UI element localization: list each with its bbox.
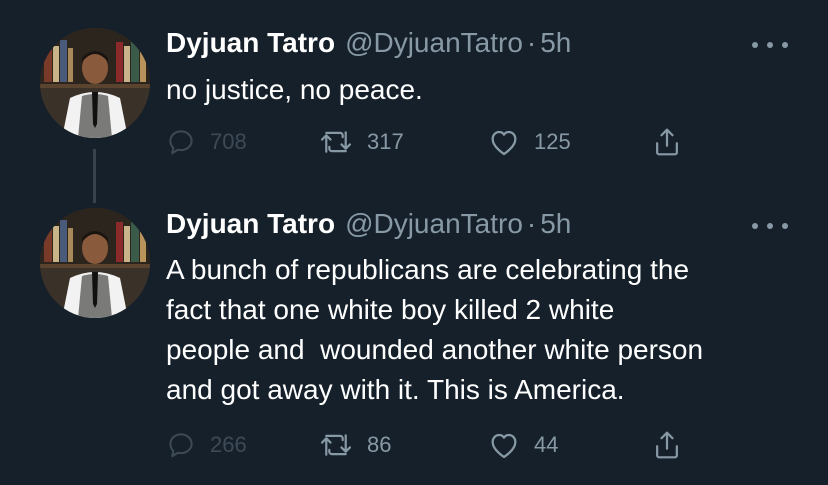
- separator: ·: [526, 27, 537, 58]
- more-icon[interactable]: [752, 35, 788, 55]
- retweet-button[interactable]: 317: [319, 124, 404, 160]
- separator: ·: [526, 208, 537, 239]
- retweet-count: 317: [367, 129, 404, 154]
- reply-button[interactable]: 708: [166, 124, 247, 160]
- share-icon: [656, 431, 678, 459]
- timestamp[interactable]: 5h: [540, 27, 571, 59]
- retweet-button[interactable]: 86: [319, 427, 391, 463]
- retweet-icon: [320, 434, 352, 456]
- avatar[interactable]: [40, 208, 150, 318]
- retweet-count: 86: [367, 432, 392, 457]
- share-icon: [656, 128, 678, 156]
- avatar-photo: [40, 208, 150, 318]
- display-name[interactable]: Dyjuan Tatro: [166, 208, 335, 240]
- more-icon[interactable]: [752, 216, 788, 236]
- reply-count: 266: [210, 432, 247, 457]
- like-icon: [491, 130, 517, 156]
- display-name[interactable]: Dyjuan Tatro: [166, 27, 335, 59]
- tweet-thread: Dyjuan Tatro @DyjuanTatro · 5h no justic…: [0, 0, 828, 485]
- timestamp[interactable]: 5h: [540, 208, 571, 240]
- like-count: 44: [534, 432, 559, 457]
- tweet[interactable]: Dyjuan Tatro @DyjuanTatro · 5h A bunch o…: [0, 196, 828, 485]
- reply-icon: [169, 130, 193, 155]
- tweet-header: Dyjuan Tatro @DyjuanTatro · 5h: [166, 27, 571, 61]
- like-count: 125: [534, 129, 571, 154]
- thread-connector: [93, 149, 96, 203]
- reply-icon: [169, 433, 193, 458]
- like-icon: [491, 433, 517, 459]
- tweet-text: A bunch of republicans are celebrating t…: [166, 254, 704, 405]
- user-handle[interactable]: @DyjuanTatro: [345, 27, 523, 59]
- avatar-photo: [40, 28, 150, 138]
- user-handle[interactable]: @DyjuanTatro: [345, 208, 523, 240]
- retweet-icon: [320, 131, 352, 153]
- like-button[interactable]: 125: [488, 124, 571, 160]
- like-button[interactable]: 44: [488, 427, 558, 463]
- reply-count: 708: [210, 129, 247, 154]
- share-button[interactable]: [652, 427, 682, 463]
- tweet-text: no justice, no peace.: [166, 74, 423, 105]
- tweet-header: Dyjuan Tatro @DyjuanTatro · 5h: [166, 208, 571, 242]
- avatar[interactable]: [40, 28, 150, 138]
- reply-button[interactable]: 266: [166, 427, 247, 463]
- share-button[interactable]: [652, 124, 682, 160]
- tweet[interactable]: Dyjuan Tatro @DyjuanTatro · 5h no justic…: [0, 0, 828, 203]
